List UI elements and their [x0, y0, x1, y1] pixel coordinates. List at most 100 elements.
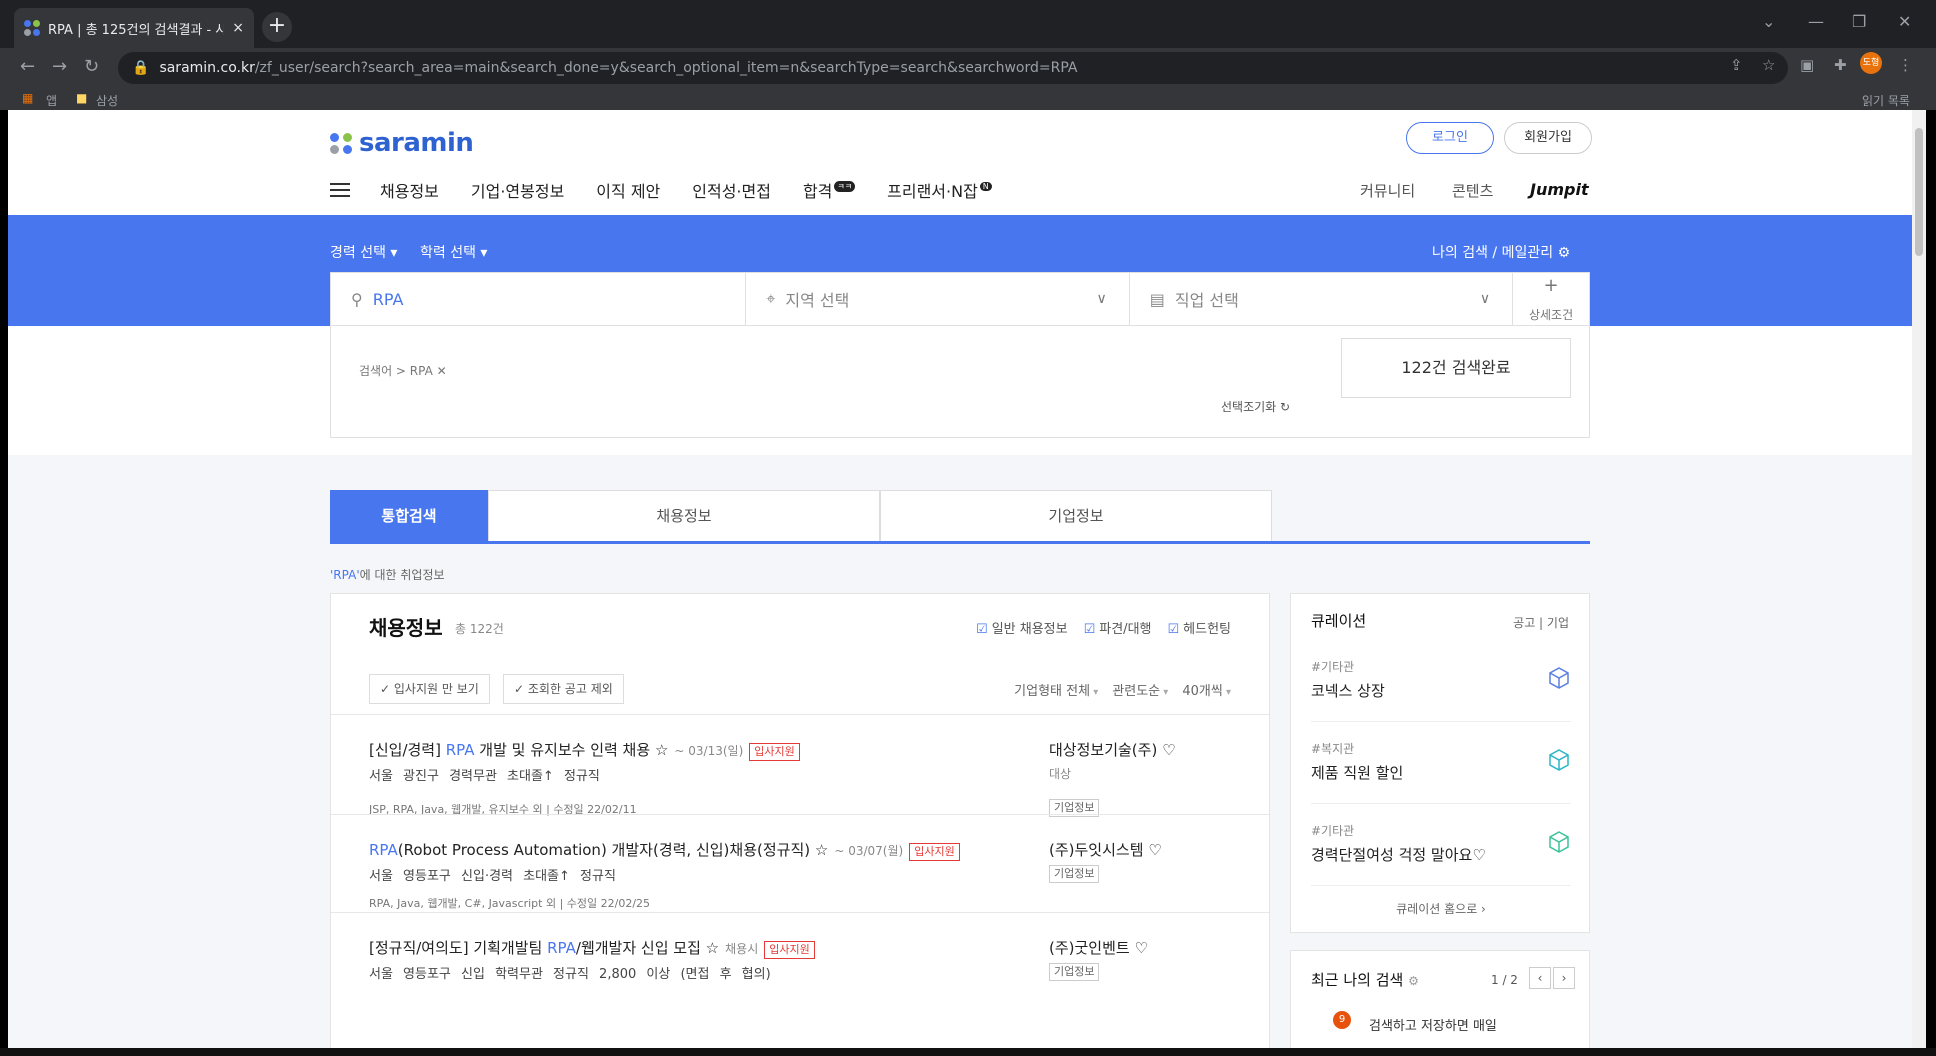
hamburger-menu-icon[interactable]	[330, 183, 350, 197]
education-select[interactable]: 학력 선택 ▾	[420, 242, 487, 262]
nav-pass[interactable]: 합격 ㅋㅋ	[803, 178, 856, 202]
gear-icon[interactable]: ⚙	[1408, 974, 1419, 988]
login-button[interactable]: 로그인	[1406, 122, 1494, 154]
apps-grid-icon[interactable]: ▦	[22, 91, 33, 105]
nav-freelance[interactable]: 프리랜서·N잡 N	[887, 178, 992, 202]
region-select[interactable]: ⌖ 지역 선택 ∨	[746, 273, 1130, 325]
detail-conditions-label: 상세조건	[1528, 308, 1574, 322]
close-tab-icon[interactable]: ×	[232, 20, 244, 36]
nav-community[interactable]: 커뮤니티	[1360, 180, 1415, 201]
restore-icon[interactable]: ❐	[1852, 12, 1866, 31]
job-title-link[interactable]: [신입/경력] RPA 개발 및 유지보수 인력 채용 ☆ ~ 03/13(일) 입…	[369, 739, 800, 761]
right-edge	[1926, 110, 1936, 1048]
recent-title-text: 최근 나의 검색	[1311, 971, 1404, 989]
curation-item[interactable]: #복지관 제품 직원 할인	[1311, 722, 1571, 804]
reading-list[interactable]: 읽기 목록	[1862, 92, 1910, 109]
about-line: 'RPA'에 대한 취업정보	[330, 566, 445, 583]
back-icon[interactable]: ←	[20, 56, 35, 77]
bookmark-apps[interactable]: 앱	[46, 92, 57, 109]
cube-icon	[1549, 749, 1569, 771]
company-name[interactable]: (주)굿인벤트 ♡	[1049, 937, 1148, 958]
browser-tab[interactable]: RPA | 총 125건의 검색결과 - 사람인 ×	[14, 8, 254, 48]
page-scrollbar[interactable]	[1912, 110, 1926, 1048]
star-icon[interactable]: ☆	[706, 939, 719, 957]
job-row[interactable]: RPA(Robot Process Automation) 개발자(경력, 신입…	[331, 814, 1269, 912]
job-title-link[interactable]: RPA(Robot Process Automation) 개발자(경력, 신입…	[369, 839, 960, 861]
heart-icon[interactable]: ♡	[1162, 741, 1175, 759]
new-tab-button[interactable]: +	[262, 12, 292, 42]
my-search-link[interactable]: 나의 검색 / 메일관리 ⚙	[1432, 242, 1570, 262]
career-label: 경력 선택	[330, 245, 386, 261]
nav-offer[interactable]: 이직 제안	[596, 178, 660, 202]
forward-icon[interactable]: →	[52, 56, 67, 77]
nav-company-salary[interactable]: 기업·연봉정보	[471, 178, 564, 202]
job-row[interactable]: [정규직/여의도] 기획개발팀 RPA/웹개발자 신입 모집 ☆ 채용시 입사지원 …	[331, 912, 1269, 1034]
exclude-viewed-toggle[interactable]: ✓ 조회한 공고 제외	[503, 674, 624, 704]
nav-jobs[interactable]: 채용정보	[380, 178, 439, 202]
applied-only-toggle[interactable]: ✓ 입사지원 만 보기	[369, 674, 490, 704]
company-type-select[interactable]: 기업형태 전체	[1014, 680, 1098, 699]
close-window-icon[interactable]: ✕	[1898, 12, 1911, 31]
company-info-button[interactable]: 기업정보	[1049, 865, 1100, 883]
curation-hashtag: #기타관	[1311, 660, 1355, 674]
detail-conditions-button[interactable]: + 상세조건	[1513, 273, 1589, 325]
curation-text: 제품 직원 할인	[1311, 764, 1404, 782]
company-info-button[interactable]: 기업정보	[1049, 963, 1100, 981]
bookmark-star-icon[interactable]: ☆	[1762, 56, 1775, 74]
tab-search-icon[interactable]: ⌄	[1762, 12, 1775, 31]
extension-ui-icon[interactable]: ▣	[1800, 56, 1814, 74]
job-select[interactable]: ▤ 직업 선택 ∨	[1130, 273, 1514, 325]
tab-companies[interactable]: 기업정보	[880, 490, 1272, 541]
keyword-field[interactable]: ⚲ RPA	[331, 273, 747, 325]
address-bar[interactable]: 🔒 saramin.co.kr/zf_user/search?search_ar…	[118, 52, 1788, 84]
relevance-select[interactable]: 관련도순	[1112, 680, 1168, 699]
apply-button[interactable]: 입사지원	[909, 843, 960, 861]
check-general[interactable]: 일반 채용정보	[976, 618, 1068, 637]
prev-arrow-icon[interactable]: ‹	[1529, 967, 1551, 989]
saramin-logo[interactable]: saramin	[330, 128, 474, 158]
job-title-post: 개발 및 유지보수 인력 채용	[474, 741, 651, 759]
career-select[interactable]: 경력 선택 ▾	[330, 242, 397, 262]
menu-kebab-icon[interactable]: ⋮	[1898, 56, 1913, 74]
company-name[interactable]: (주)두잇시스템 ♡	[1049, 839, 1162, 860]
scrollbar-thumb[interactable]	[1915, 128, 1923, 256]
nav-aptitude[interactable]: 인적성·면접	[692, 178, 771, 202]
apply-button[interactable]: 입사지원	[764, 941, 815, 959]
reload-icon[interactable]: ↻	[84, 56, 99, 77]
remove-keyword-icon[interactable]: ✕	[437, 364, 447, 378]
company-group: 대상	[1049, 767, 1072, 781]
check-headhunting[interactable]: 헤드헌팅	[1168, 618, 1231, 637]
star-icon[interactable]: ☆	[655, 741, 668, 759]
apply-button[interactable]: 입사지원	[749, 743, 800, 761]
job-title-link[interactable]: [정규직/여의도] 기획개발팀 RPA/웹개발자 신입 모집 ☆ 채용시 입사지원	[369, 937, 815, 959]
reset-label: 선택조기화	[1221, 400, 1277, 414]
next-arrow-icon[interactable]: ›	[1553, 967, 1575, 989]
page-size-select[interactable]: 40개씩	[1182, 680, 1231, 699]
check-dispatch[interactable]: 파견/대행	[1084, 618, 1151, 637]
curation-item[interactable]: #기타관 경력단절여성 걱정 말아요♡	[1311, 804, 1571, 886]
tab-strip: RPA | 총 125건의 검색결과 - 사람인 × + ⌄ — ❐ ✕	[0, 0, 1936, 48]
tab-jobs[interactable]: 채용정보	[488, 490, 880, 541]
jumpit-link[interactable]: Jumpit	[1530, 180, 1589, 199]
curation-item[interactable]: #기타관 코넥스 상장	[1311, 640, 1571, 722]
profile-avatar[interactable]: 도형	[1860, 52, 1882, 74]
tab-integrated[interactable]: 통합검색	[330, 490, 488, 541]
join-button[interactable]: 회원가입	[1504, 122, 1592, 154]
reset-selection[interactable]: 선택조기화 ↻	[1221, 398, 1290, 415]
nav-contents[interactable]: 콘텐츠	[1452, 180, 1493, 201]
heart-icon[interactable]: ♡	[1148, 841, 1161, 859]
browser-chrome: RPA | 총 125건의 검색결과 - 사람인 × + ⌄ — ❐ ✕ ← →…	[0, 0, 1936, 110]
company-name[interactable]: 대상정보기술(주) ♡	[1049, 739, 1176, 760]
curation-home-link[interactable]: 큐레이션 홈으로 ›	[1291, 900, 1591, 917]
bookmark-folder[interactable]: 삼성	[96, 92, 118, 109]
search-complete-button[interactable]: 122건 검색완료	[1341, 338, 1571, 398]
heart-icon[interactable]: ♡	[1135, 939, 1148, 957]
curation-switch[interactable]: 공고 | 기업	[1513, 614, 1569, 631]
job-deadline: 채용시	[725, 942, 759, 956]
share-icon[interactable]: ⇪	[1730, 56, 1743, 74]
job-title-keyword: RPA	[369, 841, 398, 859]
saramin-favicon	[24, 20, 40, 36]
star-icon[interactable]: ☆	[815, 841, 828, 859]
minimize-icon[interactable]: —	[1808, 12, 1824, 31]
extensions-puzzle-icon[interactable]: ✚	[1834, 56, 1847, 74]
